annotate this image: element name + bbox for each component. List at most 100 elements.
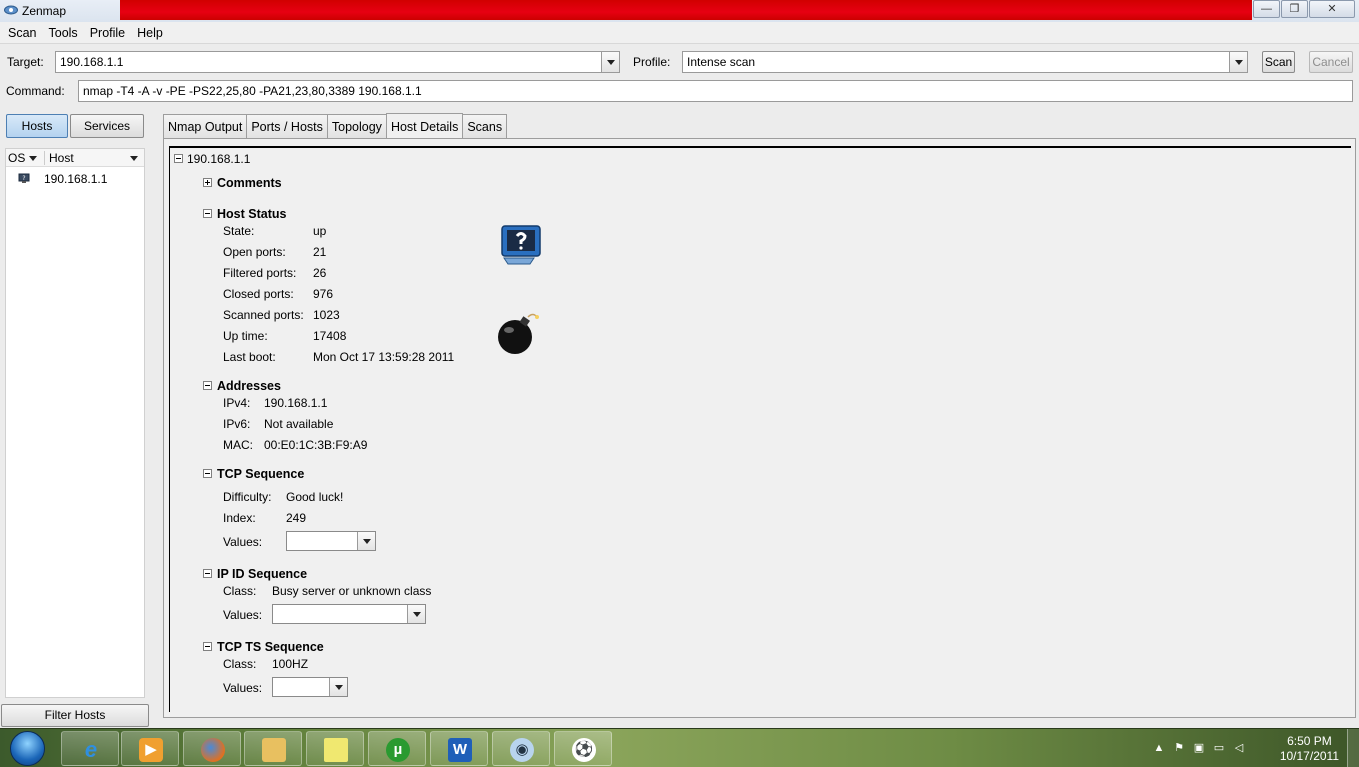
ip-id-sequence-section-title[interactable]: IP ID Sequence bbox=[217, 567, 307, 581]
host-list-item[interactable]: ? 190.168.1.1 bbox=[6, 170, 144, 188]
collapse-icon[interactable] bbox=[203, 209, 212, 218]
addresses-section-title[interactable]: Addresses bbox=[217, 379, 281, 393]
comments-section-title[interactable]: Comments bbox=[217, 176, 282, 190]
taskbar-file-explorer[interactable] bbox=[244, 731, 302, 766]
collapse-icon[interactable] bbox=[203, 642, 212, 651]
taskbar-firefox[interactable] bbox=[183, 731, 241, 766]
ipv4-value: 190.168.1.1 bbox=[264, 396, 328, 410]
os-column-header[interactable]: OS bbox=[8, 151, 38, 165]
sort-arrow-icon bbox=[130, 156, 138, 161]
target-label: Target: bbox=[7, 55, 44, 69]
menu-profile[interactable]: Profile bbox=[84, 26, 131, 40]
state-label: State: bbox=[223, 224, 255, 238]
menu-bar: Scan Tools Profile Help bbox=[0, 22, 1359, 44]
ipid-values-select[interactable] bbox=[272, 604, 426, 624]
tab-ports-hosts[interactable]: Ports / Hosts bbox=[246, 114, 328, 138]
zenmap-eye-icon: ◉ bbox=[510, 738, 534, 762]
tcp-values-label: Values: bbox=[223, 535, 263, 549]
volume-icon[interactable]: ◁ bbox=[1233, 742, 1245, 754]
command-input[interactable]: nmap -T4 -A -v -PE -PS22,25,80 -PA21,23,… bbox=[78, 80, 1353, 102]
hosts-toggle-button[interactable]: Hosts bbox=[6, 114, 68, 138]
taskbar-internet-explorer[interactable]: e bbox=[61, 731, 119, 766]
mac-value: 00:E0:1C:3B:F9:A9 bbox=[264, 438, 368, 452]
collapse-icon[interactable] bbox=[174, 154, 183, 163]
clock-date: 10/17/2011 bbox=[1279, 749, 1339, 763]
host-name: 190.168.1.1 bbox=[44, 172, 108, 186]
scan-button[interactable]: Scan bbox=[1262, 51, 1295, 73]
taskbar-soccer-game[interactable]: ⚽ bbox=[554, 731, 612, 766]
profile-select[interactable]: Intense scan bbox=[682, 51, 1248, 73]
title-bar: Zenmap — ❐ ✕ bbox=[0, 0, 1359, 22]
background-banner bbox=[120, 0, 1252, 20]
filtered-ports-label: Filtered ports: bbox=[223, 266, 297, 280]
tcp-ts-sequence-section-title[interactable]: TCP TS Sequence bbox=[217, 640, 324, 654]
tcpts-values-select[interactable] bbox=[272, 677, 348, 697]
devices-icon[interactable]: ▣ bbox=[1193, 742, 1205, 754]
show-hidden-icons-arrow-icon[interactable]: ▲ bbox=[1153, 742, 1165, 754]
chevron-down-icon[interactable] bbox=[329, 678, 347, 696]
host-details-tree: 190.168.1.1 Comments Host Status State: … bbox=[169, 146, 1351, 712]
zenmap-eye-icon bbox=[4, 5, 18, 15]
minimize-button[interactable]: — bbox=[1253, 0, 1280, 18]
internet-explorer-icon: e bbox=[84, 737, 98, 762]
tcp-values-select[interactable] bbox=[286, 531, 376, 551]
clock[interactable]: 6:50 PM 10/17/2011 bbox=[1280, 734, 1339, 764]
services-toggle-button[interactable]: Services bbox=[70, 114, 144, 138]
chevron-down-icon[interactable] bbox=[357, 532, 375, 550]
maximize-button[interactable]: ❐ bbox=[1281, 0, 1308, 18]
collapse-icon[interactable] bbox=[203, 569, 212, 578]
index-label: Index: bbox=[223, 511, 256, 525]
tab-topology[interactable]: Topology bbox=[326, 114, 387, 138]
target-dropdown-arrow-icon[interactable] bbox=[601, 52, 619, 72]
close-button[interactable]: ✕ bbox=[1309, 0, 1355, 18]
start-button[interactable] bbox=[2, 730, 54, 767]
windows-logo-icon bbox=[10, 731, 45, 766]
filter-hosts-button[interactable]: Filter Hosts bbox=[1, 704, 149, 727]
firefox-icon bbox=[201, 738, 225, 762]
last-boot-value: Mon Oct 17 13:59:28 2011 bbox=[313, 350, 455, 364]
filtered-ports-value: 26 bbox=[313, 266, 327, 280]
tcp-sequence-section-title[interactable]: TCP Sequence bbox=[217, 467, 304, 481]
taskbar-utorrent[interactable]: µ bbox=[368, 731, 426, 766]
open-ports-label: Open ports: bbox=[223, 245, 286, 259]
target-value: 190.168.1.1 bbox=[60, 55, 124, 69]
unknown-os-monitor-icon bbox=[501, 225, 541, 265]
menu-scan[interactable]: Scan bbox=[2, 26, 43, 40]
collapse-icon[interactable] bbox=[203, 469, 212, 478]
collapse-icon[interactable] bbox=[203, 381, 212, 390]
taskbar-sticky-notes[interactable] bbox=[306, 731, 364, 766]
ipid-values-label: Values: bbox=[223, 608, 263, 622]
taskbar-zenmap[interactable]: ◉ bbox=[492, 731, 550, 766]
host-column-header[interactable]: Host bbox=[44, 151, 144, 165]
window-title: Zenmap bbox=[22, 4, 67, 18]
cancel-button[interactable]: Cancel bbox=[1309, 51, 1353, 73]
ipid-class-value: Busy server or unknown class bbox=[272, 584, 432, 598]
target-input[interactable]: 190.168.1.1 bbox=[55, 51, 620, 73]
profile-value: Intense scan bbox=[687, 55, 756, 69]
tab-host-details[interactable]: Host Details bbox=[385, 113, 464, 138]
host-list: OS Host ? 190.168.1.1 bbox=[5, 148, 145, 698]
taskbar-media-player[interactable]: ▶ bbox=[121, 731, 179, 766]
unknown-os-icon: ? bbox=[18, 173, 30, 183]
utorrent-icon: µ bbox=[386, 738, 410, 762]
expand-icon[interactable] bbox=[203, 178, 212, 187]
tcpts-class-value: 100HZ bbox=[272, 657, 309, 671]
difficulty-label: Difficulty: bbox=[223, 490, 272, 504]
taskbar-word[interactable]: W bbox=[430, 731, 488, 766]
tab-scans[interactable]: Scans bbox=[462, 114, 508, 138]
host-status-section-title[interactable]: Host Status bbox=[217, 207, 286, 221]
network-icon[interactable]: ▭ bbox=[1213, 742, 1225, 754]
system-tray: ▲ ⚑ ▣ ▭ ◁ 6:50 PM 10/17/2011 bbox=[1149, 729, 1359, 767]
chevron-down-icon[interactable] bbox=[407, 605, 425, 623]
profile-dropdown-arrow-icon[interactable] bbox=[1229, 52, 1247, 72]
svg-text:?: ? bbox=[22, 175, 25, 182]
menu-help[interactable]: Help bbox=[131, 26, 169, 40]
tab-nmap-output[interactable]: Nmap Output bbox=[163, 114, 248, 138]
host-title: 190.168.1.1 bbox=[187, 152, 251, 166]
menu-tools[interactable]: Tools bbox=[43, 26, 84, 40]
scanned-ports-value: 1023 bbox=[313, 308, 340, 322]
show-desktop-button[interactable] bbox=[1347, 729, 1359, 767]
sticky-notes-icon bbox=[324, 738, 348, 762]
ipv6-value: Not available bbox=[264, 417, 334, 431]
action-center-flag-icon[interactable]: ⚑ bbox=[1173, 742, 1185, 754]
